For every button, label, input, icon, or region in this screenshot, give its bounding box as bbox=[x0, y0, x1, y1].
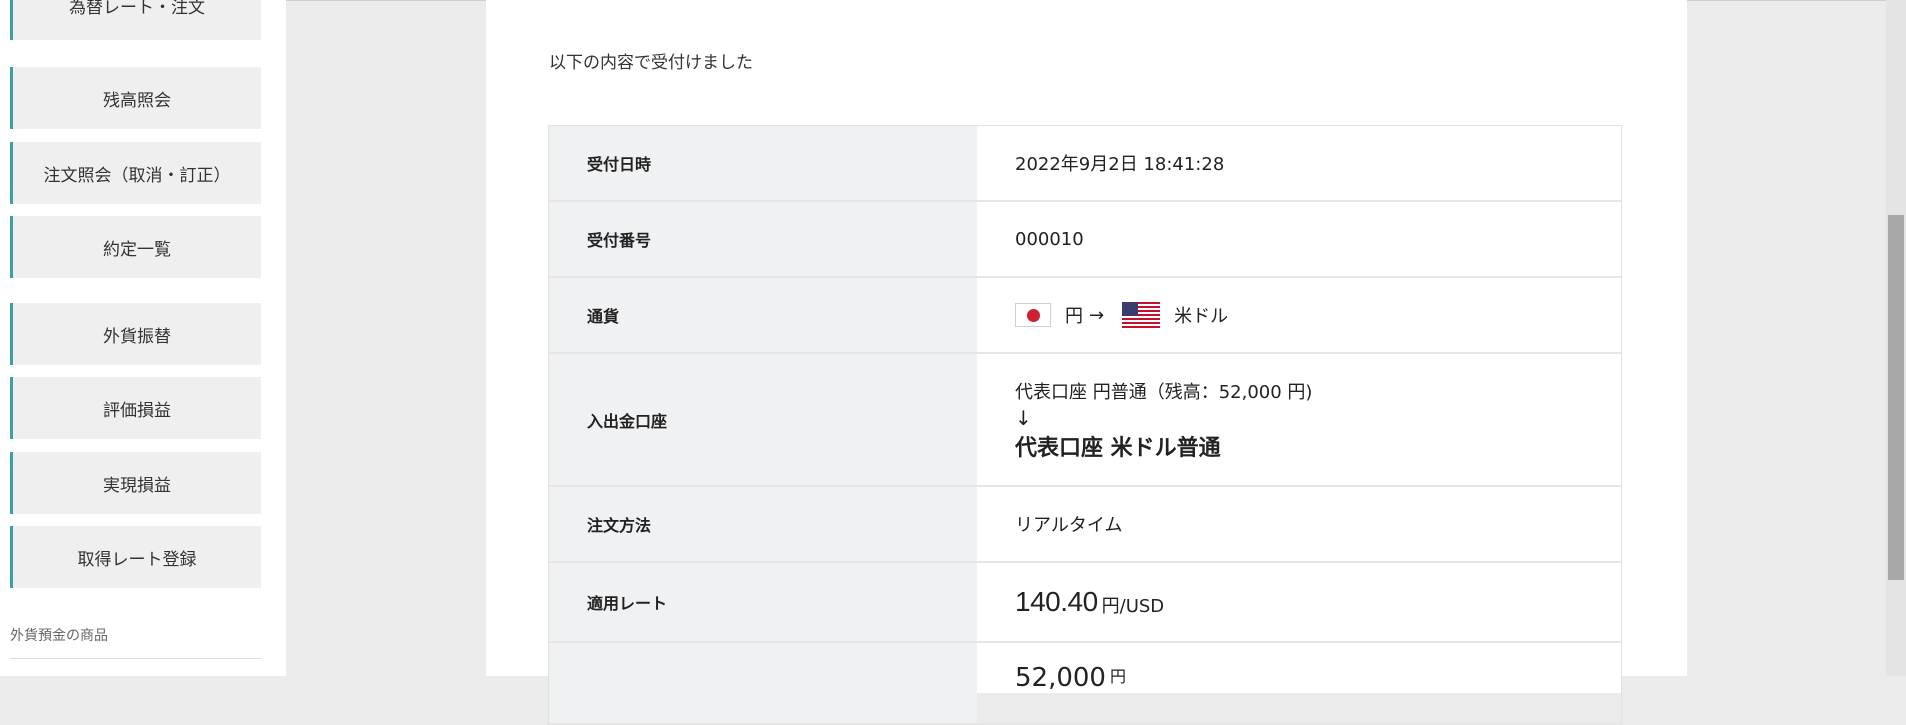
sidebar-divider bbox=[10, 658, 261, 659]
sidebar-item-balance[interactable]: 残高照会 bbox=[10, 67, 261, 129]
row-label: 適用レート bbox=[549, 563, 977, 641]
table-row-received-at: 受付日時 2022年9月2日 18:41:28 bbox=[549, 126, 1621, 202]
currency-arrow: → bbox=[1089, 304, 1105, 326]
account-value: 代表口座 円普通（残高：52,000 円) ↓ 代表口座 米ドル普通 bbox=[977, 354, 1621, 485]
from-currency: 円 bbox=[1065, 306, 1083, 327]
from-account: 代表口座 円普通（残高：52,000 円) bbox=[1015, 381, 1313, 403]
row-label: 受付日時 bbox=[549, 126, 977, 200]
to-currency: 米ドル bbox=[1174, 306, 1229, 327]
amount-unit: 円 bbox=[1109, 667, 1126, 686]
row-label: 受付番号 bbox=[549, 202, 977, 276]
sidebar: 為替レート・注文 残高照会 注文照会（取消・訂正） 約定一覧 外貨振替 評価損益… bbox=[0, 0, 286, 676]
amount-value: 52,000 円 bbox=[977, 643, 1621, 693]
sidebar-item-fx-rate-order[interactable]: 為替レート・注文 bbox=[10, 0, 261, 40]
applied-rate-value: 140.40 円/USD bbox=[977, 563, 1621, 641]
sidebar-item-valuation-pl[interactable]: 評価損益 bbox=[10, 377, 261, 439]
sidebar-item-fx-transfer[interactable]: 外貨振替 bbox=[10, 303, 261, 365]
scrollbar-thumb[interactable] bbox=[1888, 215, 1904, 580]
amount-number: 52,000 bbox=[1015, 663, 1106, 693]
receipt-message: 以下の内容で受付けました bbox=[549, 53, 753, 73]
sidebar-section-title: 外貨預金の商品 bbox=[10, 628, 108, 644]
currency-value: 円 → 米ドル bbox=[977, 278, 1621, 352]
table-row-currency: 通貨 円 → 米ドル bbox=[549, 278, 1621, 354]
sidebar-item-rate-registration[interactable]: 取得レート登録 bbox=[10, 526, 261, 588]
received-at-value: 2022年9月2日 18:41:28 bbox=[977, 126, 1621, 200]
order-method-value: リアルタイム bbox=[977, 487, 1621, 561]
row-label: 通貨 bbox=[549, 278, 977, 352]
row-label: 注文方法 bbox=[549, 487, 977, 561]
order-detail-table: 受付日時 2022年9月2日 18:41:28 受付番号 000010 通貨 円… bbox=[548, 125, 1622, 725]
japan-flag-icon bbox=[1015, 303, 1051, 327]
order-receipt-panel: 以下の内容で受付けました 受付日時 2022年9月2日 18:41:28 受付番… bbox=[486, 0, 1687, 725]
down-arrow-icon: ↓ bbox=[1015, 405, 1032, 430]
rate-unit: 円/USD bbox=[1101, 596, 1165, 617]
sidebar-item-order-inquiry[interactable]: 注文照会（取消・訂正） bbox=[10, 142, 261, 204]
table-row-receipt-number: 受付番号 000010 bbox=[549, 202, 1621, 278]
table-row-account: 入出金口座 代表口座 円普通（残高：52,000 円) ↓ 代表口座 米ドル普通 bbox=[549, 354, 1621, 487]
receipt-number-value: 000010 bbox=[977, 202, 1621, 276]
table-row-applied-rate: 適用レート 140.40 円/USD bbox=[549, 563, 1621, 643]
row-label: 入出金口座 bbox=[549, 354, 977, 485]
rate-number: 140.40 bbox=[1015, 586, 1098, 617]
us-flag-icon bbox=[1122, 302, 1161, 328]
row-label bbox=[549, 643, 977, 723]
sidebar-item-executions[interactable]: 約定一覧 bbox=[10, 216, 261, 278]
sidebar-item-realized-pl[interactable]: 実現損益 bbox=[10, 452, 261, 514]
table-row-order-method: 注文方法 リアルタイム bbox=[549, 487, 1621, 563]
table-row-amount: 52,000 円 bbox=[549, 643, 1621, 725]
to-account: 代表口座 米ドル普通 bbox=[1015, 435, 1221, 461]
